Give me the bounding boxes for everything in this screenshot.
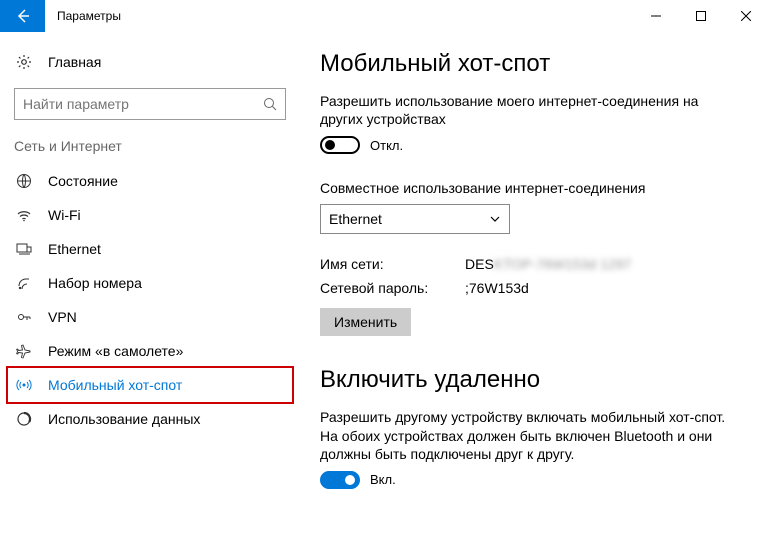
remote-toggle[interactable] [320,471,360,489]
close-button[interactable] [723,0,768,32]
nav-label: Wi-Fi [48,207,81,223]
hotspot-icon [14,377,34,393]
nav-label: Использование данных [48,411,200,427]
dialup-icon [14,275,34,291]
nav-label: Ethernet [48,241,101,257]
network-name-label: Имя сети: [320,256,465,272]
hotspot-toggle[interactable] [320,136,360,154]
airplane-icon [14,343,34,359]
home-label: Главная [48,54,101,70]
ethernet-icon [14,241,34,257]
share-from-select[interactable]: Ethernet [320,204,510,234]
network-pass-label: Сетевой пароль: [320,280,465,296]
share-description: Разрешить использование моего интернет-с… [320,92,744,128]
arrow-left-icon [15,8,31,24]
data-usage-icon [14,411,34,427]
back-button[interactable] [0,0,45,32]
nav-item-datausage[interactable]: Использование данных [8,402,292,436]
nav-item-status[interactable]: Состояние [8,164,292,198]
chevron-down-icon [489,213,501,225]
nav-item-ethernet[interactable]: Ethernet [8,232,292,266]
home-nav[interactable]: Главная [8,46,292,78]
window-title: Параметры [45,9,121,23]
select-value: Ethernet [329,211,382,227]
remote-heading: Включить удаленно [320,366,744,394]
content-pane: Мобильный хот-спот Разрешить использован… [300,32,768,553]
search-icon [263,97,277,111]
nav-item-hotspot[interactable]: Мобильный хот-спот [6,366,294,404]
nav-label: Мобильный хот-спот [48,377,182,393]
search-field[interactable] [23,96,263,112]
minimize-button[interactable] [633,0,678,32]
title-bar: Параметры [0,0,768,32]
remote-description: Разрешить другому устройству включать мо… [320,408,744,463]
share-from-label: Совместное использование интернет-соедин… [320,180,744,196]
nav-item-dialup[interactable]: Набор номера [8,266,292,300]
search-input[interactable] [14,88,286,120]
nav-label: Набор номера [48,275,142,291]
nav-group-header: Сеть и Интернет [8,138,292,164]
maximize-button[interactable] [678,0,723,32]
nav-item-airplane[interactable]: Режим «в самолете» [8,334,292,368]
sidebar: Главная Сеть и Интернет Состояние Wi-Fi … [0,32,300,553]
nav-item-vpn[interactable]: VPN [8,300,292,334]
network-pass-value: ;76W153d [465,280,529,296]
toggle-state-label: Откл. [370,138,403,153]
edit-button[interactable]: Изменить [320,308,411,336]
toggle-state-label: Вкл. [370,472,396,487]
nav-label: Состояние [48,173,118,189]
nav-item-wifi[interactable]: Wi-Fi [8,198,292,232]
gear-icon [14,54,34,70]
page-heading: Мобильный хот-спот [320,50,744,78]
nav-label: VPN [48,309,77,325]
nav-label: Режим «в самолете» [48,343,183,359]
wifi-icon [14,207,34,223]
network-name-value: DESKTOP-76W153d 1297 [465,256,631,272]
globe-icon [14,173,34,189]
vpn-icon [14,309,34,325]
